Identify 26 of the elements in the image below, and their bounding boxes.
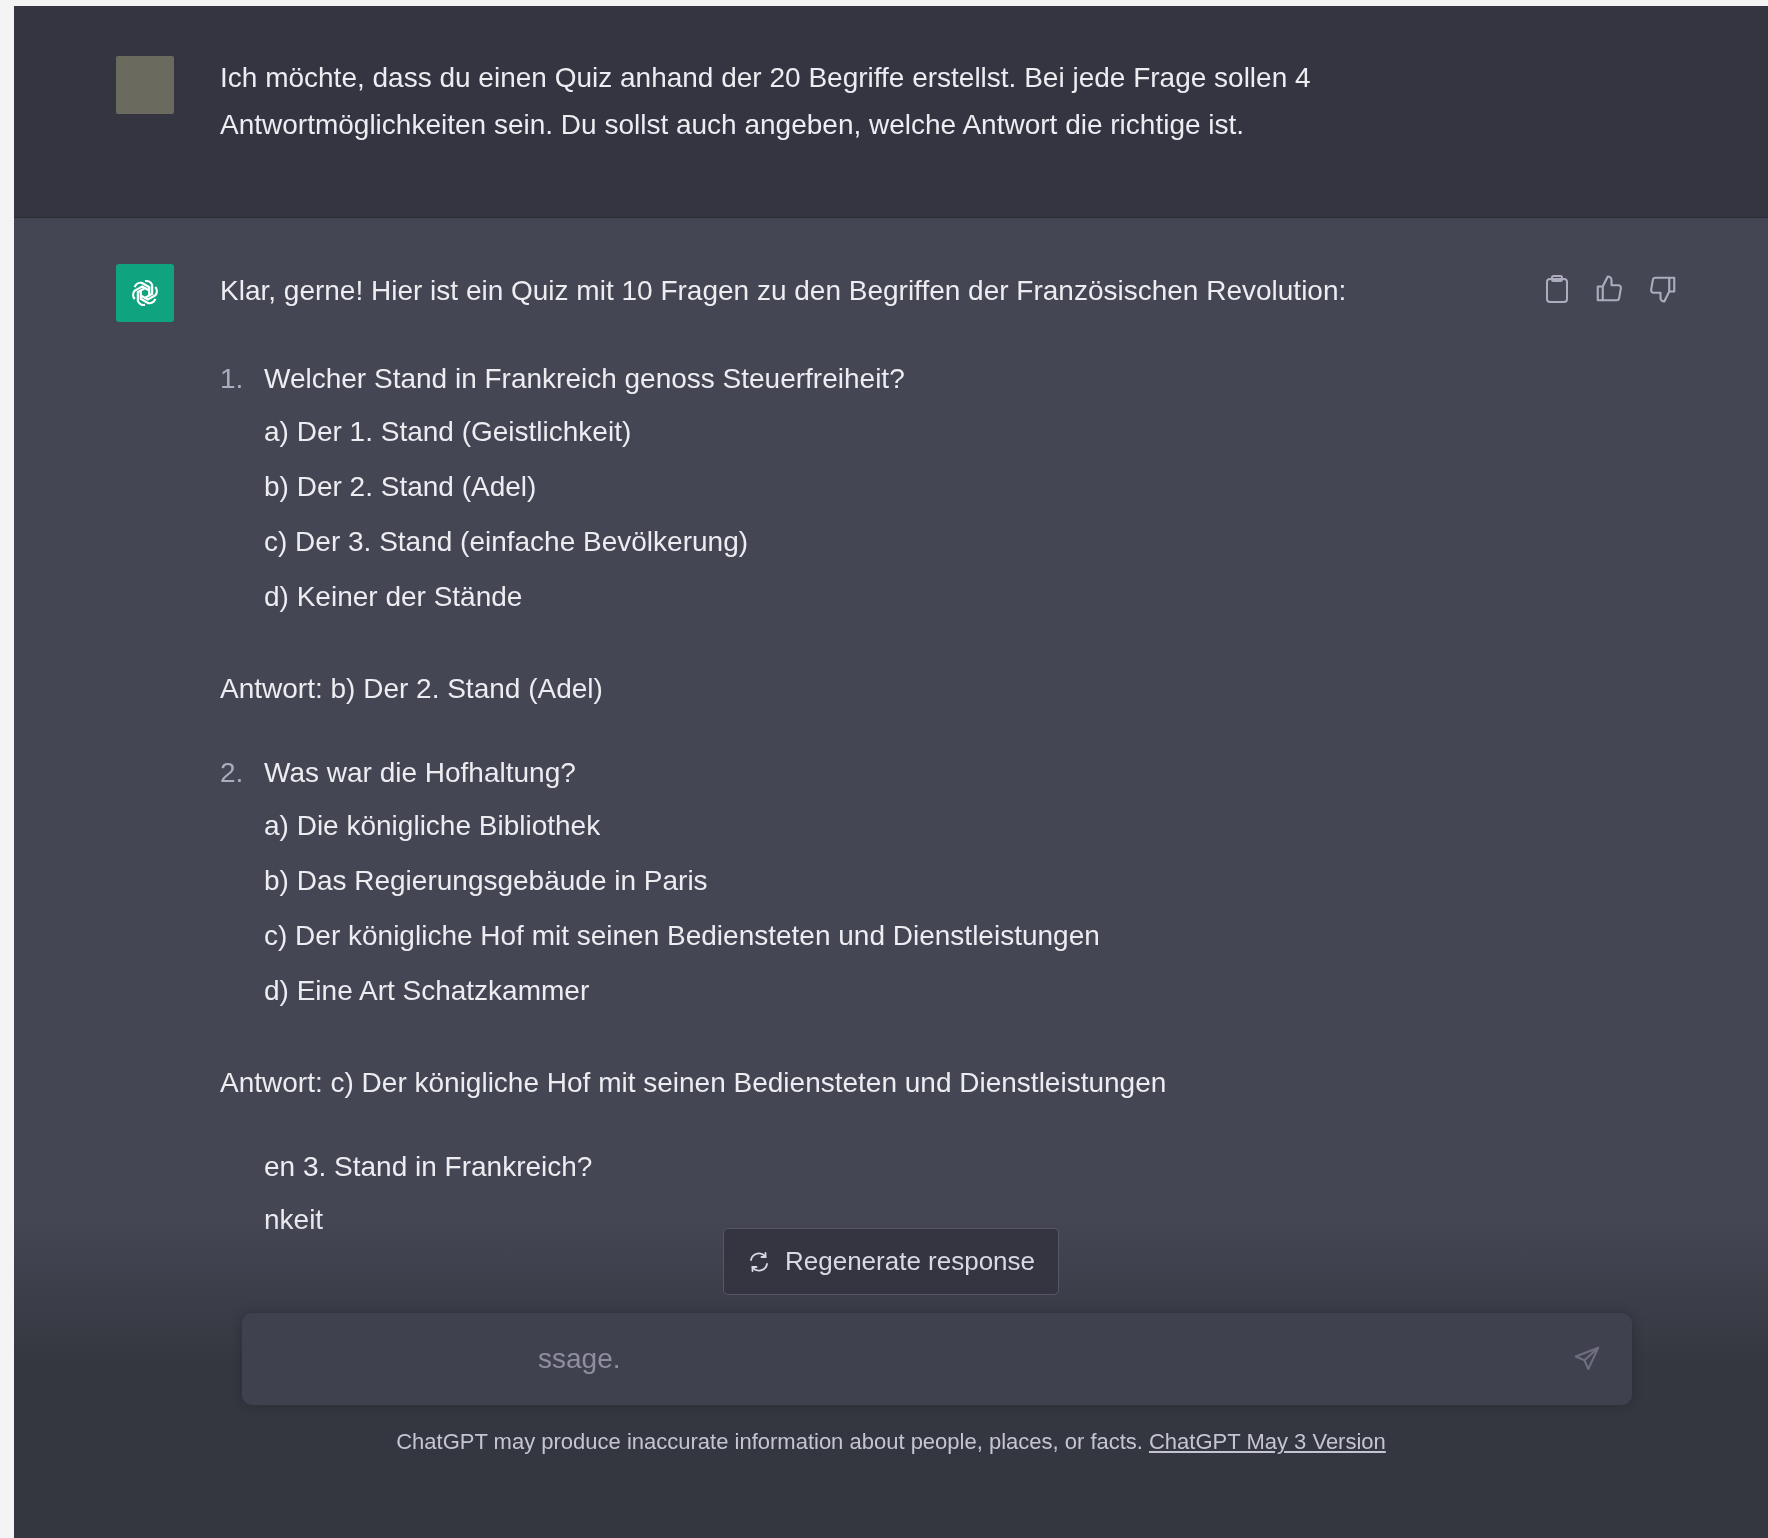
message-input-field[interactable]: ssage.: [242, 1313, 1632, 1405]
assistant-logo-icon: [116, 264, 174, 322]
list-number: 2.: [220, 756, 245, 790]
quiz-question: Was war die Hofhaltung?: [264, 756, 576, 790]
answer-option: a) Die königliche Bibliothek: [220, 798, 1768, 853]
answer-option: a) Der 1. Stand (Geistlichkeit): [220, 404, 1768, 459]
answer-option: b) Der 2. Stand (Adel): [220, 459, 1768, 514]
user-message: Ich möchte, dass du einen Quiz anhand der 20 Begriffe erstellst. Bei jede Frage sollen 4 Antwortmöglichkeiten sein. Du sollst auch angeben, welche Antwort die richtige ist.: [220, 61, 1312, 142]
answer-option: d) Eine Art Schatzkammer: [220, 963, 1768, 1018]
version-link[interactable]: ChatGPT May 3 Version: [1149, 1429, 1386, 1455]
answer-option: d) Keiner der Stände: [220, 569, 1768, 624]
disclaimer-text: ChatGPT may produce inaccurate information about people, places, or facts.: [396, 1429, 1143, 1455]
regenerate-button[interactable]: Regenerate response: [722, 1228, 1060, 1295]
clipboard-icon[interactable]: [1544, 274, 1570, 304]
answer-option: c) Der königliche Hof mit seinen Bediensteten und Dienstleistungen: [220, 908, 1768, 963]
list-number: 1.: [220, 362, 245, 396]
answer-option: b) Das Regierungsgebäude in Paris: [220, 853, 1768, 908]
quiz-answer: Antwort: c) Der königliche Hof mit seinen Bediensteten und Dienstleistungen: [220, 1066, 1168, 1100]
quiz-answer: Antwort: b) Der 2. Stand (Adel): [220, 672, 604, 706]
user-avatar-photo-placeholder: [116, 56, 174, 114]
quiz-question: Welcher Stand in Frankreich genoss Steuerfreiheit?: [264, 362, 905, 396]
thumbs-down-icon[interactable]: [1648, 274, 1678, 304]
quiz-question: en 3. Stand in Frankreich?: [264, 1150, 593, 1184]
answer-option: c) Der 3. Stand (einfache Bevölkerung): [220, 514, 1768, 569]
thumbs-up-icon[interactable]: [1594, 274, 1624, 304]
assistant-intro: Klar, gerne! Hier ist ein Quiz mit 10 Fragen zu den Begriffen der Französischen Revolution:: [220, 274, 1347, 308]
